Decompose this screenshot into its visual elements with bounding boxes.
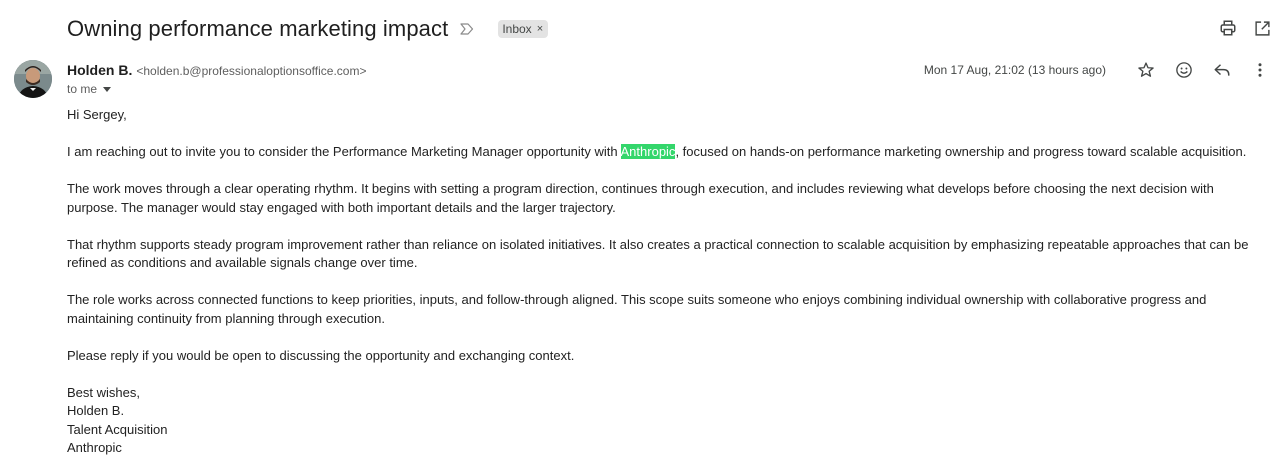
paragraph-4: The role works across connected function… — [67, 292, 1207, 326]
open-in-new-window-icon[interactable] — [1252, 18, 1272, 38]
sender-row: Holden B. <holden.b@professionaloptionso… — [67, 62, 366, 78]
star-icon[interactable] — [1134, 58, 1158, 82]
more-options-icon[interactable] — [1248, 58, 1272, 82]
paragraph-1-end: , focused on hands-on performance market… — [675, 144, 1247, 159]
sender-name[interactable]: Holden B. — [67, 62, 132, 78]
subject-row: Owning performance marketing impact Inbo… — [67, 12, 549, 46]
label-name: Inbox — [502, 22, 532, 36]
paragraph-1-start: I am reaching out to invite you to consi… — [67, 144, 621, 159]
signature-line: Anthropic — [67, 440, 122, 455]
inbox-label-chip[interactable]: Inbox × — [498, 20, 549, 38]
paragraph-5: Please reply if you would be open to dis… — [67, 347, 575, 363]
paragraph-1: I am reaching out to invite you to consi… — [67, 143, 1267, 162]
paragraph-2: The work moves through a clear operating… — [67, 181, 1214, 215]
remove-label-icon[interactable]: × — [537, 23, 543, 35]
reply-icon[interactable] — [1210, 58, 1234, 82]
sender-avatar[interactable] — [14, 60, 52, 98]
important-marker-icon[interactable] — [460, 22, 474, 36]
emoji-reaction-icon[interactable] — [1172, 58, 1196, 82]
recipient-details-toggle[interactable]: to me — [67, 82, 112, 96]
message-meta: Mon 17 Aug, 21:02 (13 hours ago) — [924, 58, 1272, 82]
message-timestamp: Mon 17 Aug, 21:02 (13 hours ago) — [923, 63, 1106, 77]
greeting: Hi Sergey, — [67, 107, 127, 122]
sender-email: <holden.b@professionaloptionsoffice.com> — [136, 64, 367, 78]
message-body: Hi Sergey, I am reaching out to invite y… — [67, 106, 1267, 458]
signature-line: Talent Acquisition — [67, 421, 168, 437]
chevron-down-icon[interactable] — [103, 86, 112, 92]
paragraph-3: That rhythm supports steady program impr… — [67, 236, 1249, 271]
highlighted-company-name: Anthropic — [620, 144, 676, 159]
thread-actions — [1218, 18, 1272, 38]
signature-line: Best wishes, — [67, 384, 140, 400]
signature-line: Holden B. — [67, 403, 125, 418]
recipient-label: to me — [67, 82, 98, 96]
email-subject: Owning performance marketing impact — [67, 16, 449, 41]
print-icon[interactable] — [1218, 18, 1238, 38]
signature: Best wishes, Holden B. Talent Acquisitio… — [67, 384, 1267, 458]
